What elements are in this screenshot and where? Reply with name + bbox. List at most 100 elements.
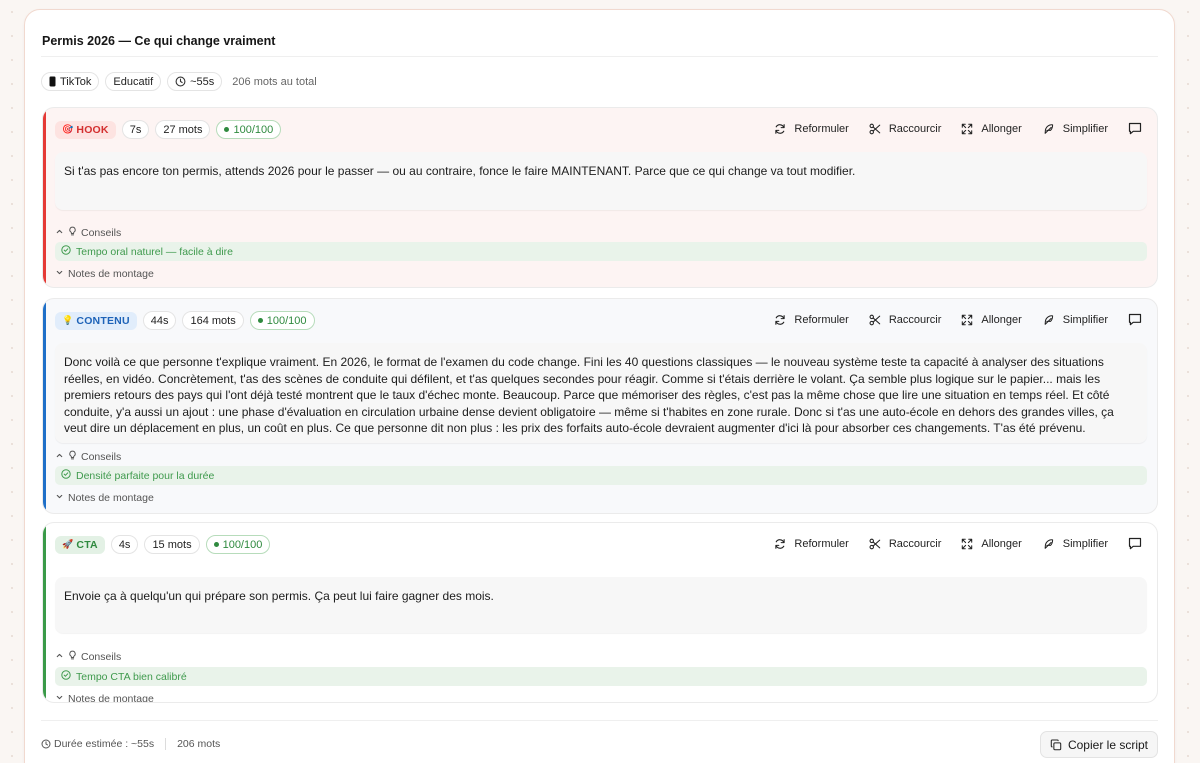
refresh-icon bbox=[774, 538, 786, 550]
shorten-label: Raccourcir bbox=[888, 122, 942, 135]
refresh-icon bbox=[774, 123, 786, 135]
section-duration: 7s bbox=[121, 120, 150, 139]
comment-icon[interactable] bbox=[1128, 313, 1142, 326]
section-actions: Reformuler Raccourcir Allonger Simplifie… bbox=[754, 313, 1142, 326]
copy-script-button[interactable]: Copier le script bbox=[1039, 731, 1158, 758]
lengthen-button[interactable]: Allonger bbox=[961, 122, 1022, 135]
section-text-editor[interactable]: Si t'as pas encore ton permis, attends 2… bbox=[55, 152, 1147, 210]
section-actions: Reformuler Raccourcir Allonger Simplifie… bbox=[754, 122, 1142, 135]
lengthen-label: Allonger bbox=[981, 122, 1022, 135]
lengthen-button[interactable]: Allonger bbox=[961, 314, 1022, 326]
section-score: 100/100 bbox=[216, 120, 282, 139]
section-tag-label: CTA bbox=[76, 538, 98, 551]
tips-label: Conseils bbox=[81, 651, 122, 663]
scissors-icon bbox=[869, 538, 881, 550]
section-text-editor[interactable]: Donc voilà ce que personne t'explique vr… bbox=[55, 343, 1147, 443]
feather-icon bbox=[1042, 314, 1055, 326]
section-score-label: 100/100 bbox=[222, 538, 263, 551]
lengthen-button[interactable]: Allonger bbox=[961, 537, 1022, 550]
expand-icon bbox=[961, 123, 973, 135]
score-dot-icon bbox=[257, 318, 263, 323]
edit-notes-label: Notes de montage bbox=[68, 492, 154, 504]
section-tag-label: CONTENU bbox=[76, 314, 130, 327]
total-words: 206 mots au total bbox=[232, 75, 317, 88]
section-accent-bar bbox=[43, 108, 46, 287]
tip-item: Tempo CTA bien calibré bbox=[55, 667, 1147, 686]
section-header: 🚀 CTA 4s 15 mots 100/100 bbox=[55, 535, 271, 554]
meta-row: TikTok Educatif ~55s 206 mots au total bbox=[41, 72, 317, 91]
copy-script-label: Copier le script bbox=[1067, 737, 1148, 752]
edit-notes-toggle[interactable]: Notes de montage bbox=[55, 268, 154, 280]
lightbulb-icon bbox=[68, 226, 77, 240]
shorten-button[interactable]: Raccourcir bbox=[869, 537, 942, 550]
expand-icon bbox=[961, 314, 973, 326]
chevron-down-icon bbox=[55, 268, 64, 280]
tip-text: Tempo oral naturel — facile à dire bbox=[76, 245, 233, 258]
tips-toggle[interactable]: Conseils bbox=[55, 650, 121, 664]
shorten-label: Raccourcir bbox=[888, 537, 942, 550]
section-accent-bar bbox=[43, 299, 46, 513]
section-duration: 4s bbox=[110, 535, 139, 554]
shorten-button[interactable]: Raccourcir bbox=[869, 313, 942, 326]
simplify-button[interactable]: Simplifier bbox=[1042, 314, 1108, 326]
rephrase-button[interactable]: Reformuler bbox=[774, 314, 849, 326]
tips-label: Conseils bbox=[81, 227, 122, 239]
score-dot-icon bbox=[224, 127, 230, 132]
chevron-down-icon bbox=[55, 693, 64, 702]
section-duration: 44s bbox=[142, 311, 177, 330]
section-score: 100/100 bbox=[249, 311, 315, 330]
edit-notes-toggle[interactable]: Notes de montage bbox=[55, 492, 154, 504]
tip-text: Densité parfaite pour la durée bbox=[76, 469, 215, 482]
section-score: 100/100 bbox=[205, 535, 271, 554]
comment-icon[interactable] bbox=[1128, 122, 1142, 135]
simplify-button[interactable]: Simplifier bbox=[1042, 123, 1108, 135]
expand-icon bbox=[961, 538, 973, 550]
lightbulb-emoji-icon: 💡 bbox=[62, 315, 74, 325]
section-hook: 🎯 HOOK 7s 27 mots 100/100 Reformuler Racc… bbox=[42, 107, 1158, 288]
section-score-label: 100/100 bbox=[266, 314, 307, 327]
section-actions: Reformuler Raccourcir Allonger Simplifie… bbox=[754, 537, 1142, 550]
copy-icon bbox=[1050, 739, 1062, 751]
tips-toggle[interactable]: Conseils bbox=[55, 450, 121, 464]
section-word-count: 15 mots bbox=[144, 535, 200, 554]
clock-icon bbox=[41, 739, 51, 749]
platform-label: TikTok bbox=[60, 75, 92, 88]
phone-icon bbox=[49, 76, 56, 87]
chevron-up-icon bbox=[55, 227, 64, 239]
footer-divider bbox=[41, 720, 1158, 721]
footer: Durée estimée : ~55s 206 mots bbox=[41, 738, 220, 750]
chevron-up-icon bbox=[55, 451, 64, 463]
section-text-editor[interactable]: Envoie ça à quelqu'un qui prépare son pe… bbox=[55, 577, 1147, 633]
section-tag: 🚀 CTA bbox=[55, 535, 105, 554]
section-header: 🎯 HOOK 7s 27 mots 100/100 bbox=[55, 120, 282, 139]
section-header: 💡 CONTENU 44s 164 mots 100/100 bbox=[55, 311, 315, 330]
section-word-count-label: 164 mots bbox=[190, 314, 236, 327]
section-word-count-label: 15 mots bbox=[152, 538, 192, 551]
comment-icon[interactable] bbox=[1128, 537, 1142, 550]
feather-icon bbox=[1042, 538, 1055, 550]
section-cta: 🚀 CTA 4s 15 mots 100/100 Reformuler Racco… bbox=[42, 522, 1158, 703]
section-tag: 💡 CONTENU bbox=[55, 311, 137, 330]
scissors-icon bbox=[869, 314, 881, 326]
duration-chip: ~55s bbox=[167, 72, 223, 91]
footer-duration: Durée estimée : ~55s bbox=[54, 738, 155, 750]
rephrase-button[interactable]: Reformuler bbox=[774, 123, 849, 135]
shorten-button[interactable]: Raccourcir bbox=[869, 122, 942, 135]
check-circle-icon bbox=[61, 245, 71, 258]
edit-notes-toggle[interactable]: Notes de montage bbox=[55, 693, 154, 703]
simplify-label: Simplifier bbox=[1062, 313, 1108, 326]
simplify-button[interactable]: Simplifier bbox=[1042, 538, 1108, 550]
shorten-label: Raccourcir bbox=[888, 313, 942, 326]
rephrase-label: Reformuler bbox=[794, 537, 849, 550]
section-word-count: 27 mots bbox=[155, 120, 211, 139]
section-content: 💡 CONTENU 44s 164 mots 100/100 Reformuler… bbox=[42, 298, 1158, 514]
duration-label: ~55s bbox=[190, 75, 215, 88]
edit-notes-label: Notes de montage bbox=[68, 693, 154, 703]
rephrase-button[interactable]: Reformuler bbox=[774, 537, 849, 550]
lengthen-label: Allonger bbox=[981, 537, 1022, 550]
section-tag: 🎯 HOOK bbox=[55, 120, 116, 139]
section-duration-label: 7s bbox=[129, 123, 142, 136]
check-circle-icon bbox=[61, 670, 71, 683]
tips-toggle[interactable]: Conseils bbox=[55, 226, 121, 240]
section-accent-bar bbox=[43, 523, 46, 702]
